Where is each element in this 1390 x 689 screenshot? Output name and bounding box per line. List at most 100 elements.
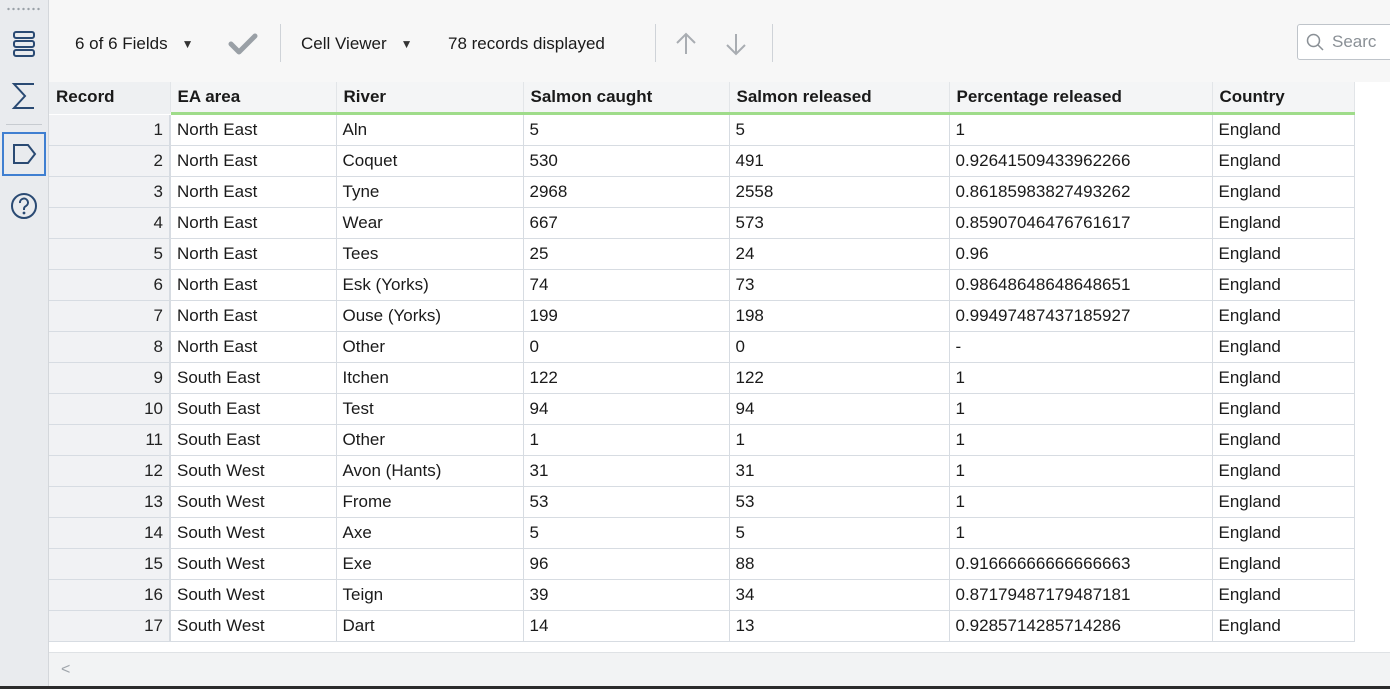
record-number-cell[interactable]: 17 — [49, 610, 171, 642]
horizontal-scrollbar[interactable]: < — [49, 652, 1390, 687]
scroll-up-button[interactable] — [673, 30, 699, 58]
table-row[interactable]: 15 South West Exe 96 88 0.91666666666666663 En… — [49, 548, 1355, 580]
table-cell[interactable]: 5 — [523, 113, 730, 146]
table-cell[interactable]: England — [1212, 548, 1355, 580]
table-cell[interactable]: 530 — [523, 145, 730, 177]
table-row[interactable]: 13 South West Frome 53 53 1 England — [49, 486, 1355, 518]
table-cell[interactable]: England — [1212, 579, 1355, 611]
table-row[interactable]: 16 South West Teign 39 34 0.87179487179487181… — [49, 579, 1355, 611]
viewer-dropdown[interactable]: Cell Viewer ▼ — [301, 30, 413, 58]
table-cell[interactable]: 122 — [729, 362, 950, 394]
table-cell[interactable]: 5 — [729, 517, 950, 549]
table-cell[interactable]: - — [949, 331, 1213, 363]
table-cell[interactable]: England — [1212, 300, 1355, 332]
table-cell[interactable]: 2968 — [523, 176, 730, 208]
record-number-cell[interactable]: 14 — [49, 517, 171, 549]
table-cell[interactable]: 1 — [949, 393, 1213, 425]
record-number-cell[interactable]: 5 — [49, 238, 171, 270]
table-cell[interactable]: Tyne — [336, 176, 524, 208]
table-cell[interactable]: 53 — [523, 486, 730, 518]
table-cell[interactable]: North East — [170, 145, 337, 177]
table-cell[interactable]: South East — [170, 424, 337, 456]
table-row[interactable]: 4 North East Wear 667 573 0.85907046476761617… — [49, 207, 1355, 239]
table-cell[interactable]: 0.92641509433962266 — [949, 145, 1213, 177]
table-cell[interactable]: Axe — [336, 517, 524, 549]
table-cell[interactable]: South West — [170, 579, 337, 611]
table-row[interactable]: 9 South East Itchen 122 122 1 England — [49, 362, 1355, 394]
table-cell[interactable]: Dart — [336, 610, 524, 642]
table-cell[interactable]: England — [1212, 207, 1355, 239]
record-number-cell[interactable]: 7 — [49, 300, 171, 332]
table-cell[interactable]: South West — [170, 486, 337, 518]
table-cell[interactable]: 0 — [729, 331, 950, 363]
table-cell[interactable]: North East — [170, 113, 337, 146]
table-cell[interactable]: 5 — [729, 113, 950, 146]
table-cell[interactable]: Avon (Hants) — [336, 455, 524, 487]
table-row[interactable]: 11 South East Other 1 1 1 England — [49, 424, 1355, 456]
table-cell[interactable]: Esk (Yorks) — [336, 269, 524, 301]
table-cell[interactable]: 199 — [523, 300, 730, 332]
table-cell[interactable]: 5 — [523, 517, 730, 549]
table-cell[interactable]: Ouse (Yorks) — [336, 300, 524, 332]
record-number-cell[interactable]: 3 — [49, 176, 171, 208]
record-number-cell[interactable]: 2 — [49, 145, 171, 177]
table-row[interactable]: 5 North East Tees 25 24 0.96 England — [49, 238, 1355, 270]
table-cell[interactable]: England — [1212, 610, 1355, 642]
table-cell[interactable]: 73 — [729, 269, 950, 301]
table-cell[interactable]: England — [1212, 424, 1355, 456]
list-icon[interactable] — [4, 24, 44, 64]
search-input[interactable]: Searc — [1297, 24, 1390, 60]
table-cell[interactable]: 2558 — [729, 176, 950, 208]
help-icon[interactable] — [4, 186, 44, 226]
table-cell[interactable]: England — [1212, 517, 1355, 549]
record-number-cell[interactable]: 6 — [49, 269, 171, 301]
table-cell[interactable]: 0.99497487437185927 — [949, 300, 1213, 332]
table-cell[interactable]: 94 — [729, 393, 950, 425]
record-number-cell[interactable]: 11 — [49, 424, 171, 456]
table-cell[interactable]: 31 — [523, 455, 730, 487]
table-cell[interactable]: Test — [336, 393, 524, 425]
table-cell[interactable]: Frome — [336, 486, 524, 518]
table-row[interactable]: 7 North East Ouse (Yorks) 199 198 0.994974874… — [49, 300, 1355, 332]
table-cell[interactable]: South West — [170, 517, 337, 549]
table-cell[interactable]: 94 — [523, 393, 730, 425]
table-cell[interactable]: 0.9285714285714286 — [949, 610, 1213, 642]
table-cell[interactable]: South West — [170, 455, 337, 487]
table-cell[interactable]: 39 — [523, 579, 730, 611]
table-cell[interactable]: North East — [170, 331, 337, 363]
table-cell[interactable]: Aln — [336, 113, 524, 146]
table-cell[interactable]: 96 — [523, 548, 730, 580]
table-row[interactable]: 2 North East Coquet 530 491 0.926415094339622… — [49, 145, 1355, 177]
table-cell[interactable]: 34 — [729, 579, 950, 611]
table-cell[interactable]: 88 — [729, 548, 950, 580]
column-header[interactable]: Salmon caught — [523, 82, 730, 115]
table-row[interactable]: 3 North East Tyne 2968 2558 0.861859838274932… — [49, 176, 1355, 208]
table-cell[interactable]: Itchen — [336, 362, 524, 394]
table-cell[interactable]: England — [1212, 362, 1355, 394]
column-header[interactable]: Percentage released — [949, 82, 1213, 115]
table-cell[interactable]: 1 — [949, 424, 1213, 456]
table-cell[interactable]: Other — [336, 424, 524, 456]
table-cell[interactable]: North East — [170, 238, 337, 270]
table-row[interactable]: 12 South West Avon (Hants) 31 31 1 England — [49, 455, 1355, 487]
column-header[interactable]: River — [336, 82, 524, 115]
table-cell[interactable]: 1 — [729, 424, 950, 456]
table-cell[interactable]: England — [1212, 455, 1355, 487]
table-cell[interactable]: 1 — [949, 486, 1213, 518]
table-cell[interactable]: 491 — [729, 145, 950, 177]
table-row[interactable]: 6 North East Esk (Yorks) 74 73 0.986486486486… — [49, 269, 1355, 301]
apply-checkmark-button[interactable] — [227, 30, 259, 58]
table-cell[interactable]: North East — [170, 176, 337, 208]
table-cell[interactable]: 1 — [949, 113, 1213, 146]
record-number-cell[interactable]: 15 — [49, 548, 171, 580]
record-number-cell[interactable]: 12 — [49, 455, 171, 487]
table-cell[interactable]: South East — [170, 362, 337, 394]
record-number-cell[interactable]: 13 — [49, 486, 171, 518]
table-cell[interactable]: Exe — [336, 548, 524, 580]
table-cell[interactable]: 53 — [729, 486, 950, 518]
scroll-down-button[interactable] — [723, 30, 749, 58]
table-cell[interactable]: England — [1212, 176, 1355, 208]
table-cell[interactable]: Other — [336, 331, 524, 363]
table-cell[interactable]: 1 — [949, 517, 1213, 549]
table-cell[interactable]: England — [1212, 145, 1355, 177]
